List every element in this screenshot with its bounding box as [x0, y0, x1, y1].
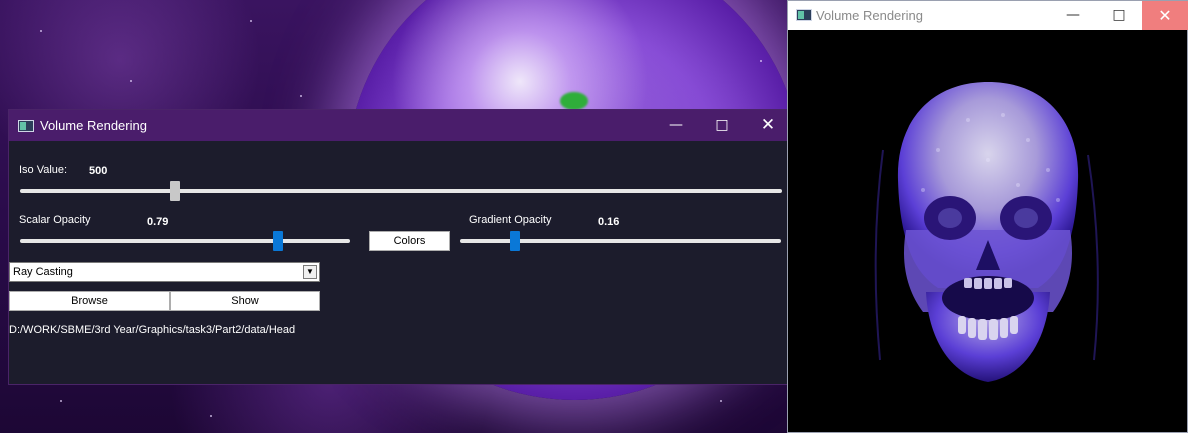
wallpaper-star	[210, 415, 212, 417]
gradient-slider-handle[interactable]	[510, 231, 520, 251]
wallpaper-star	[130, 80, 132, 82]
iso-slider-handle[interactable]	[170, 181, 180, 201]
gradient-slider-track[interactable]	[460, 239, 781, 243]
iso-value-slider[interactable]	[20, 180, 782, 202]
wallpaper-star	[40, 30, 42, 32]
show-button[interactable]: Show	[170, 291, 320, 311]
scalar-slider-track[interactable]	[20, 239, 350, 243]
title-bar[interactable]: Volume Rendering — □ ✕	[9, 110, 789, 141]
app-icon	[18, 120, 34, 132]
right-eye-highlight	[1014, 208, 1038, 228]
render-mode-select[interactable]: Ray Casting ▼	[9, 262, 320, 282]
wallpaper-star	[250, 20, 252, 22]
window-title: Volume Rendering	[816, 8, 923, 23]
rendered-skull-image	[874, 82, 1099, 382]
minimize-icon[interactable]: —	[1050, 1, 1096, 30]
wallpaper-star	[720, 400, 722, 402]
render-viewport[interactable]	[788, 30, 1187, 432]
volume-rendering-control-window: Volume Rendering — □ ✕ Iso Value: 500 Sc…	[8, 109, 790, 385]
hair-strand	[874, 149, 884, 361]
wallpaper-star	[760, 60, 762, 62]
upper-teeth	[964, 278, 1012, 289]
scalar-opacity-readout: 0.79	[147, 216, 169, 228]
window-title: Volume Rendering	[40, 118, 147, 133]
scalar-slider-handle[interactable]	[273, 231, 283, 251]
colors-button[interactable]: Colors	[369, 231, 450, 251]
iso-slider-track[interactable]	[20, 189, 782, 193]
scalar-opacity-slider[interactable]	[20, 230, 350, 252]
scalar-opacity-label: Scalar Opacity	[19, 214, 91, 226]
control-panel: Iso Value: 500 Scalar Opacity 0.79 Color…	[9, 141, 789, 384]
gradient-opacity-readout: 0.16	[598, 216, 620, 228]
iso-value-label: Iso Value:	[19, 164, 68, 176]
close-icon[interactable]: ✕	[745, 110, 791, 141]
close-icon[interactable]: ✕	[1142, 1, 1188, 30]
wallpaper-planet-continent	[560, 92, 588, 110]
iso-value-readout: 500	[89, 165, 108, 177]
title-bar[interactable]: Volume Rendering — □ ✕	[788, 1, 1188, 30]
hair-strand	[1087, 154, 1099, 361]
gradient-opacity-slider[interactable]	[460, 230, 781, 252]
wallpaper-star	[60, 400, 62, 402]
minimize-icon[interactable]: —	[653, 110, 699, 141]
render-mode-selected-value: Ray Casting	[13, 266, 73, 278]
maximize-icon[interactable]: □	[1096, 1, 1142, 30]
gradient-opacity-label: Gradient Opacity	[469, 214, 552, 226]
chevron-down-icon[interactable]: ▼	[303, 265, 317, 279]
app-icon	[796, 9, 812, 21]
browse-button[interactable]: Browse	[9, 291, 170, 311]
maximize-icon[interactable]: □	[699, 110, 745, 141]
data-path-text: D:/WORK/SBME/3rd Year/Graphics/task3/Par…	[9, 324, 296, 336]
wallpaper-star	[300, 95, 302, 97]
volume-render-output-window: Volume Rendering — □ ✕	[787, 0, 1188, 433]
left-eye-highlight	[938, 208, 962, 228]
